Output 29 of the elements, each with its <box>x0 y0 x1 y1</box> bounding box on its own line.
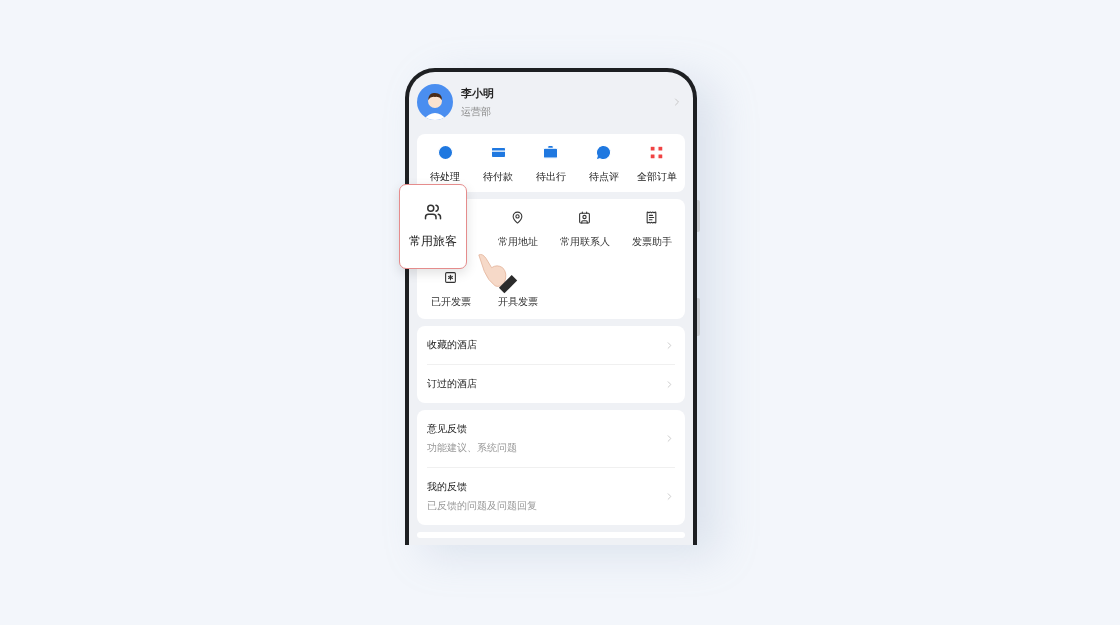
tool-item[interactable]: 常用联系人 <box>551 211 618 249</box>
tool-icon <box>645 211 658 224</box>
order-item[interactable]: 待处理 <box>419 144 472 184</box>
order-icon <box>595 144 613 161</box>
user-name: 李小明 <box>461 85 495 101</box>
tool-item[interactable]: 常用旅客 <box>399 184 467 269</box>
menu-item[interactable]: 我的反馈 <box>427 480 664 494</box>
tool-item[interactable]: 发票助手 <box>618 211 685 249</box>
tool-icon <box>511 211 524 224</box>
menu-item[interactable]: 收藏的酒店 <box>427 338 664 352</box>
order-icon <box>648 144 666 161</box>
tool-icon <box>424 203 442 221</box>
menu-item[interactable]: 订过的酒店 <box>427 377 664 391</box>
tool-item[interactable]: 开具发票 <box>484 271 551 309</box>
menu-subtitle: 已反馈的问题及问题回复 <box>427 500 538 513</box>
order-item[interactable]: 待出行 <box>524 144 578 184</box>
avatar <box>417 84 453 120</box>
order-item[interactable]: 待付款 <box>471 144 525 184</box>
order-icon <box>436 144 454 161</box>
tool-item[interactable]: 已开发票 <box>417 271 484 309</box>
department-label: 运营部 <box>461 105 492 119</box>
order-item[interactable]: 待点评 <box>577 144 631 184</box>
tool-item[interactable]: 常用地址 <box>484 211 551 249</box>
menu-subtitle: 功能建议、系统问题 <box>427 442 518 455</box>
order-item[interactable]: 全部订单 <box>630 144 683 184</box>
menu-item[interactable]: 意见反馈 <box>427 422 664 436</box>
tool-icon <box>578 211 591 224</box>
tool-icon <box>444 271 457 284</box>
order-icon <box>542 144 560 161</box>
